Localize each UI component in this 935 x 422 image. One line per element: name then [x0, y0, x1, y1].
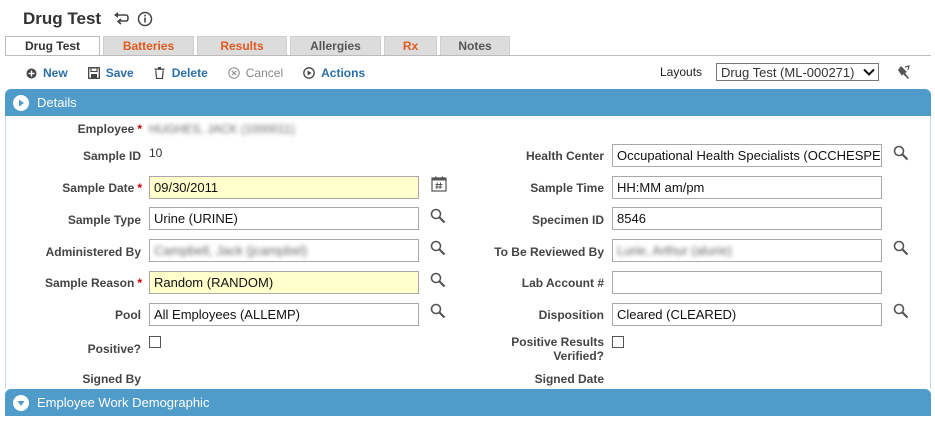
sample-time-input[interactable]: HH:MM am/pm	[612, 176, 882, 199]
sample-reason-label: Sample Reason *	[44, 276, 142, 290]
save-label: Save	[105, 66, 134, 80]
plus-circle-icon	[25, 67, 37, 79]
signed-date-label: Signed Date	[534, 372, 604, 386]
new-label: New	[43, 66, 68, 80]
sample-reason-input[interactable]: Random (RANDOM)	[149, 271, 419, 294]
cancel-circle-icon	[227, 67, 240, 79]
search-icon[interactable]	[893, 303, 909, 319]
to-be-reviewed-by-label: To Be Reviewed By	[494, 245, 604, 259]
cancel-button[interactable]: Cancel	[227, 66, 284, 80]
health-center-input[interactable]: Occupational Health Specialists (OCCHESP…	[612, 144, 882, 167]
tab-batteries[interactable]: Batteries	[103, 36, 194, 56]
layouts-control: Layouts Drug Test (ML-000271)	[660, 63, 880, 81]
toolbar: New Save Delete Cancel Actions	[25, 64, 385, 82]
sample-time-label: Sample Time	[530, 181, 604, 195]
play-circle-icon	[303, 67, 315, 79]
delete-label: Delete	[171, 66, 208, 80]
employee-work-demographic-title: Employee Work Demographic	[37, 395, 210, 410]
positive-results-verified-checkbox[interactable]	[612, 336, 624, 348]
to-be-reviewed-by-input[interactable]: Lurie, Arthur (alurie)	[612, 239, 882, 262]
actions-button[interactable]: Actions	[303, 66, 365, 80]
health-center-label: Health Center	[525, 149, 604, 163]
tab-drug-test[interactable]: Drug Test	[5, 36, 100, 56]
new-button[interactable]: New	[25, 66, 68, 80]
tab-notes[interactable]: Notes	[440, 36, 510, 56]
search-icon[interactable]	[430, 303, 446, 319]
pool-label: Pool	[115, 308, 141, 322]
actions-label: Actions	[321, 66, 366, 80]
layouts-select[interactable]: Drug Test (ML-000271)	[716, 63, 880, 81]
sample-type-label: Sample Type	[67, 213, 141, 227]
cancel-label: Cancel	[245, 66, 284, 80]
specimen-id-label: Specimen ID	[531, 213, 604, 227]
signed-by-label: Signed By	[82, 372, 141, 386]
tab-rx[interactable]: Rx	[384, 36, 437, 56]
positive-results-verified-label: Positive Results Verified?	[511, 335, 604, 363]
search-icon[interactable]	[430, 208, 446, 224]
tab-allergies[interactable]: Allergies	[290, 36, 381, 56]
calendar-icon[interactable]	[431, 176, 447, 192]
page-title: Drug Test	[23, 9, 102, 28]
positive-checkbox[interactable]	[149, 336, 161, 348]
search-icon[interactable]	[893, 145, 909, 161]
pin-icon[interactable]	[896, 64, 912, 80]
administered-by-label: Administered By	[45, 245, 141, 259]
positive-label: Positive?	[87, 342, 141, 356]
sample-date-label: Sample Date *	[62, 181, 142, 195]
title-row: Drug Test	[23, 8, 154, 30]
sample-type-input[interactable]: Urine (URINE)	[149, 207, 419, 230]
disposition-input[interactable]: Cleared (CLEARED)	[612, 303, 882, 326]
details-section-title: Details	[37, 95, 77, 110]
sample-date-input[interactable]: 09/30/2011	[149, 176, 419, 199]
lab-account-label: Lab Account #	[521, 276, 604, 290]
administered-by-value: Campbell, Jack (jcampbel)	[154, 243, 308, 258]
expand-right-icon	[13, 94, 29, 111]
save-button[interactable]: Save	[87, 66, 134, 80]
info-icon[interactable]	[136, 10, 154, 28]
layouts-selected-value: Drug Test (ML-000271)	[721, 64, 855, 80]
employee-label: Employee *	[77, 122, 142, 136]
employee-work-demographic-section-header[interactable]: Employee Work Demographic	[5, 389, 931, 416]
details-section-header[interactable]: Details	[5, 89, 931, 116]
employee-value: HUGHES, JACK (1000011)	[149, 122, 295, 136]
trash-icon	[154, 67, 166, 79]
search-icon[interactable]	[430, 272, 446, 288]
to-be-reviewed-by-value: Lurie, Arthur (alurie)	[617, 243, 732, 258]
save-icon	[87, 67, 100, 79]
search-icon[interactable]	[893, 240, 909, 256]
disposition-label: Disposition	[538, 308, 604, 322]
layouts-label: Layouts	[660, 65, 703, 79]
tab-divider	[5, 55, 931, 56]
expand-down-icon	[13, 394, 29, 411]
administered-by-input[interactable]: Campbell, Jack (jcampbel)	[149, 239, 419, 262]
specimen-id-input[interactable]: 8546	[612, 207, 882, 230]
pool-input[interactable]: All Employees (ALLEMP)	[149, 303, 419, 326]
sample-id-value: 10	[149, 146, 163, 160]
chevron-down-icon	[863, 68, 875, 76]
sample-id-label: Sample ID	[82, 149, 141, 163]
delete-button[interactable]: Delete	[154, 66, 208, 80]
tab-strip: Drug Test Batteries Results Allergies Rx…	[5, 36, 513, 56]
lab-account-input[interactable]	[612, 271, 882, 294]
search-icon[interactable]	[430, 240, 446, 256]
undo-icon[interactable]	[112, 10, 130, 28]
tab-results[interactable]: Results	[197, 36, 287, 56]
